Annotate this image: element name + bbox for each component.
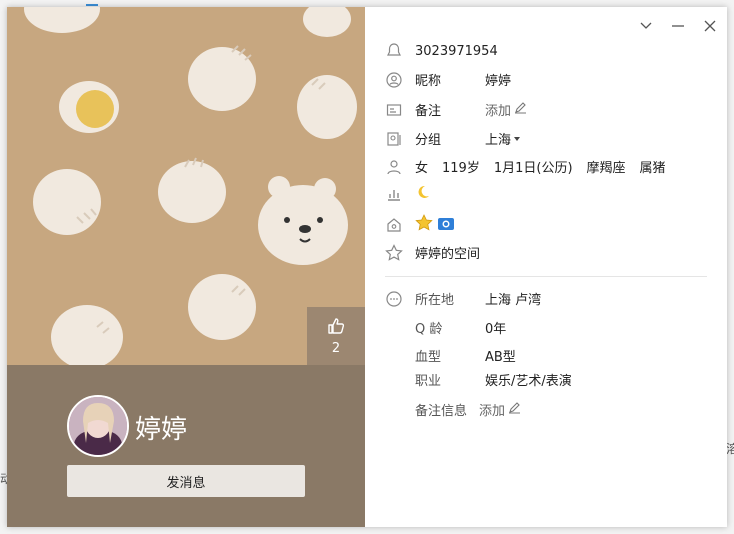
- person-icon: [385, 158, 403, 176]
- group-label: 分组: [415, 133, 442, 148]
- qq-number: 3023971954: [415, 43, 498, 59]
- remark-add-text: 添加: [485, 104, 512, 119]
- blood-type-row: 血型 AB型: [415, 346, 516, 365]
- star-outline-icon: [385, 243, 403, 262]
- remark-info-add-text: 添加: [479, 404, 506, 419]
- location-row: 所在地 上海 卢湾: [385, 289, 541, 308]
- like-button[interactable]: 2: [307, 307, 365, 365]
- camera-badge-icon[interactable]: [437, 215, 455, 235]
- basic-info-row: 女 119岁 1月1日(公历) 摩羯座 属猪: [385, 157, 666, 176]
- remark-label: 备注: [415, 104, 442, 119]
- gender: 女: [415, 161, 429, 176]
- thumbs-up-icon: [327, 317, 345, 339]
- constellation: 摩羯座: [586, 161, 626, 176]
- space-link[interactable]: 婷婷的空间: [415, 243, 480, 262]
- more-icon[interactable]: [385, 290, 403, 308]
- remark-info-add-link[interactable]: 添加: [479, 400, 521, 419]
- group-dropdown[interactable]: 上海: [485, 129, 521, 148]
- close-icon[interactable]: [701, 17, 719, 35]
- info-panel: 3023971954 昵称 婷婷 备注 添加 分组 上海 女 119岁 1月1日…: [365, 7, 727, 527]
- home-badge-icon: [385, 216, 403, 234]
- nickname-value: 婷婷: [485, 74, 512, 89]
- remark-row: 备注 添加: [385, 100, 527, 119]
- nickname-label: 昵称: [415, 74, 442, 89]
- profile-card-window: 2 婷婷 发消息 3023971954 昵称 婷婷 备注 添加 分组 上海 女 …: [7, 7, 727, 527]
- qage-label: Q 龄: [415, 322, 443, 337]
- qage-value: 0年: [485, 322, 507, 337]
- id-card-icon: [385, 101, 403, 119]
- blood-type-value: AB型: [485, 350, 516, 365]
- age: 119岁: [442, 161, 480, 176]
- level-row: [385, 184, 431, 204]
- remark-info-label: 备注信息: [415, 404, 468, 419]
- birthday: 1月1日(公历): [493, 161, 573, 176]
- moon-level-icon[interactable]: [415, 184, 431, 204]
- remark-info-row: 备注信息 添加: [415, 400, 521, 419]
- pencil-icon: [514, 101, 527, 118]
- background-tab-indicator: [86, 4, 98, 6]
- group-icon: [385, 130, 403, 148]
- caret-down-icon: [513, 131, 521, 146]
- job-label: 职业: [415, 374, 442, 389]
- divider: [385, 276, 707, 277]
- job-row: 职业 娱乐/艺术/表演: [415, 370, 572, 389]
- group-value: 上海: [485, 133, 512, 148]
- profile-band: 婷婷 发消息: [7, 365, 365, 527]
- zodiac: 属猪: [639, 161, 666, 176]
- vip-row: [385, 214, 455, 236]
- display-name: 婷婷: [135, 415, 188, 445]
- remark-add-link[interactable]: 添加: [485, 100, 527, 119]
- location-label: 所在地: [415, 293, 455, 308]
- job-value: 娱乐/艺术/表演: [485, 374, 572, 389]
- blood-type-label: 血型: [415, 350, 442, 365]
- qage-row: Q 龄 0年: [415, 318, 506, 337]
- user-circle-icon: [385, 71, 403, 89]
- chevron-down-icon[interactable]: [637, 17, 655, 35]
- minimize-icon[interactable]: [669, 17, 687, 35]
- nickname-row: 昵称 婷婷: [385, 70, 511, 89]
- star-badge-icon[interactable]: [415, 214, 433, 236]
- qq-number-row: 3023971954: [385, 42, 498, 60]
- location-value: 上海 卢湾: [485, 293, 542, 308]
- bar-chart-icon: [385, 185, 403, 203]
- background-edge-text-right: 溶: [726, 442, 734, 456]
- group-row: 分组 上海: [385, 129, 521, 148]
- window-controls: [637, 17, 719, 35]
- cover-panel: 2 婷婷 发消息: [7, 7, 365, 527]
- avatar[interactable]: [67, 395, 129, 457]
- like-count: 2: [331, 340, 341, 356]
- pencil-icon: [508, 401, 521, 418]
- space-row: 婷婷的空间: [385, 243, 480, 262]
- penguin-icon: [385, 42, 403, 60]
- send-message-button[interactable]: 发消息: [67, 465, 305, 497]
